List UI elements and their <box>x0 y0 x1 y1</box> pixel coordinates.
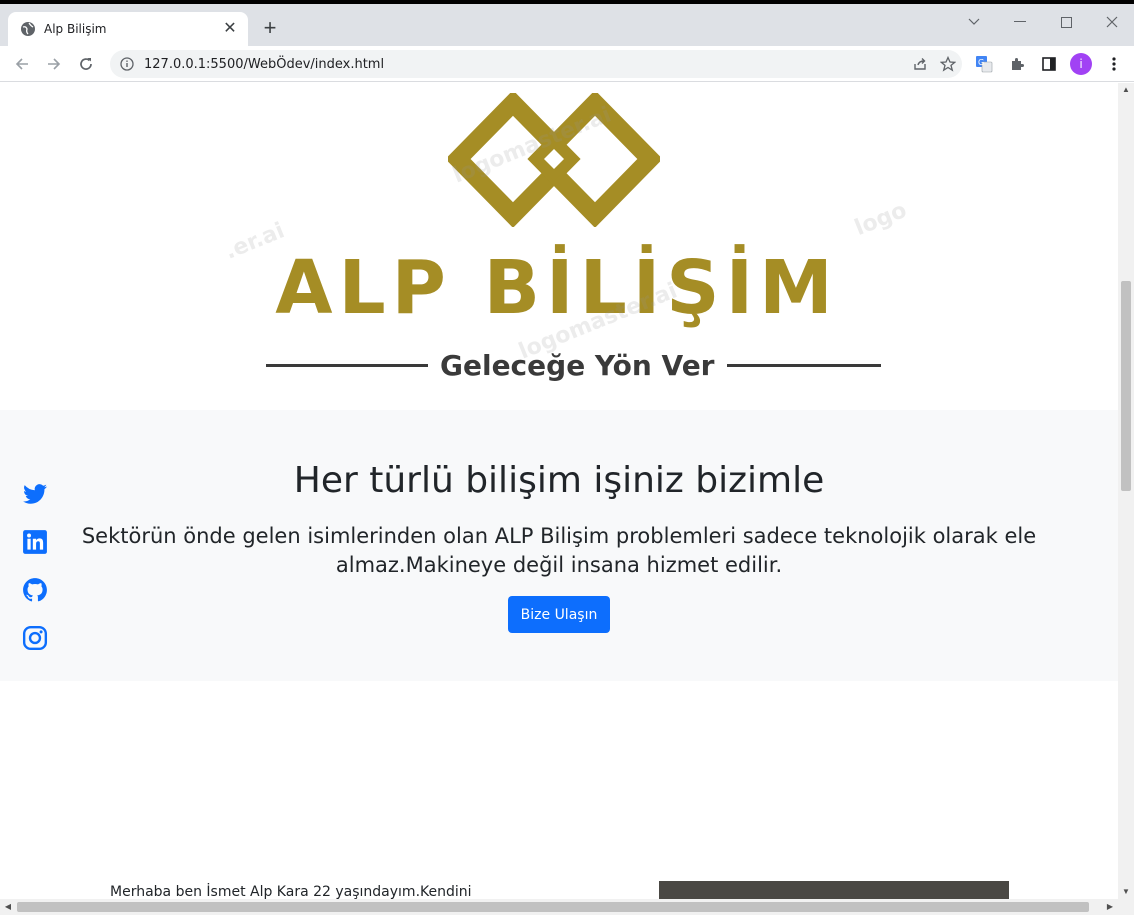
browser-toolbar: 127.0.0.1:5500/WebÖdev/index.html G i <box>0 46 1134 82</box>
extensions-puzzle-icon[interactable] <box>1005 52 1029 76</box>
github-icon[interactable] <box>22 577 48 603</box>
horizontal-scroll-thumb[interactable] <box>17 902 1089 912</box>
browser-tab-active[interactable]: Alp Bilişim ✕ <box>8 12 248 46</box>
tab-search-icon[interactable] <box>959 10 989 34</box>
about-intro-text: Merhaba ben İsmet Alp Kara 22 yaşındayım… <box>110 884 472 899</box>
tab-close-icon[interactable]: ✕ <box>222 21 238 37</box>
twitter-icon[interactable] <box>22 481 48 507</box>
tab-bar: Alp Bilişim ✕ + <box>0 4 1134 46</box>
site-info-icon[interactable] <box>120 57 134 71</box>
page-viewport: ALP BİLİŞİM Geleceğe Yön Ver logomaster.… <box>0 83 1118 899</box>
maximize-icon[interactable] <box>1051 10 1081 34</box>
tab-title: Alp Bilişim <box>44 22 107 36</box>
hero-lead: Sektörün önde gelen isimlerinden olan AL… <box>81 524 1037 577</box>
translate-icon[interactable]: G <box>972 52 996 76</box>
linkedin-icon[interactable] <box>22 529 48 555</box>
about-photo <box>659 881 1009 899</box>
bookmark-star-icon[interactable] <box>934 52 962 76</box>
tagline-row: Geleceğe Yön Ver <box>266 345 882 385</box>
scroll-down-icon[interactable]: ▼ <box>1118 885 1134 899</box>
browser-menu-icon[interactable] <box>1102 52 1126 76</box>
vertical-scroll-thumb[interactable] <box>1121 281 1131 491</box>
brand-name: ALP BİLİŞİM <box>275 245 839 331</box>
globe-icon <box>21 22 35 36</box>
tagline-left-line <box>266 363 428 367</box>
new-tab-button[interactable]: + <box>260 17 280 39</box>
forward-icon[interactable] <box>42 52 66 76</box>
watermark: logo <box>851 197 911 242</box>
minimize-icon[interactable] <box>1005 10 1035 34</box>
scroll-up-icon[interactable]: ▲ <box>1118 83 1134 97</box>
hero-title: Her türlü bilişim işiniz bizimle <box>293 460 825 501</box>
svg-text:G: G <box>978 58 984 67</box>
side-panel-icon[interactable] <box>1037 52 1061 76</box>
address-bar[interactable]: 127.0.0.1:5500/WebÖdev/index.html <box>110 50 962 78</box>
tagline: Geleceğe Yön Ver <box>440 348 715 382</box>
horizontal-scrollbar[interactable]: ◀ ▶ <box>0 899 1134 915</box>
share-icon[interactable] <box>906 52 934 76</box>
contact-button[interactable]: Bize Ulaşın <box>508 596 610 633</box>
profile-avatar[interactable]: i <box>1069 52 1093 76</box>
vertical-scrollbar[interactable]: ▲ ▼ <box>1118 83 1134 899</box>
back-icon[interactable] <box>10 52 34 76</box>
scroll-left-icon[interactable]: ◀ <box>0 899 16 915</box>
hero-section: Her türlü bilişim işiniz bizimle Sektörü… <box>0 410 1118 681</box>
tagline-right-line <box>726 363 881 367</box>
scroll-right-icon[interactable]: ▶ <box>1102 899 1118 915</box>
logo-header: ALP BİLİŞİM Geleceğe Yön Ver logomaster.… <box>0 83 1118 410</box>
reload-icon[interactable] <box>74 52 98 76</box>
url-text: 127.0.0.1:5500/WebÖdev/index.html <box>144 56 385 72</box>
close-window-icon[interactable] <box>1097 10 1127 34</box>
instagram-icon[interactable] <box>22 625 48 651</box>
